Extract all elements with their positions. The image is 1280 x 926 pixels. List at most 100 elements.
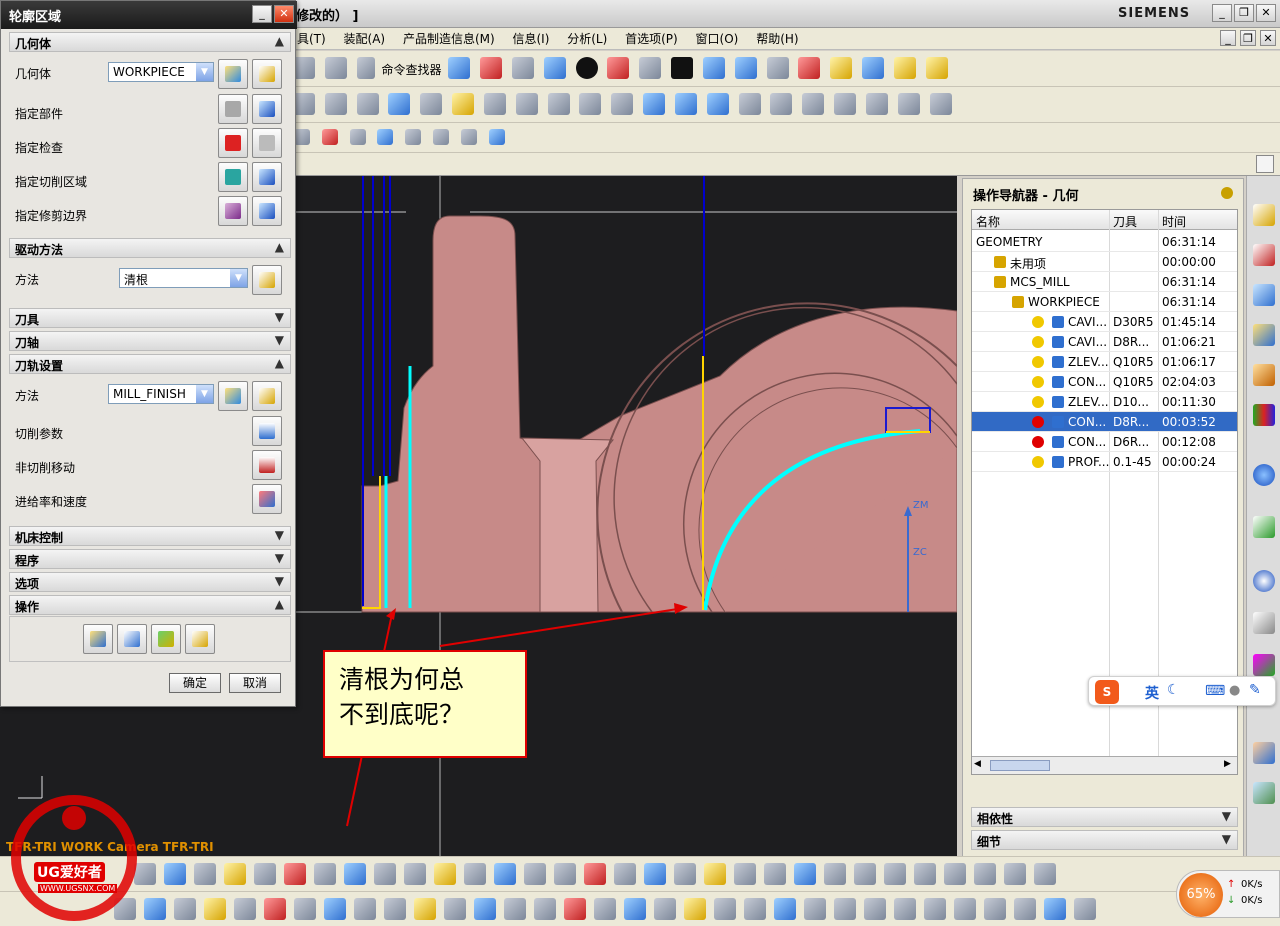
table-row[interactable]: 未用项 00:00:00 <box>972 252 1237 272</box>
solid-icon[interactable] <box>488 129 505 145</box>
modeling-tool-icon[interactable] <box>794 863 816 885</box>
curve-tool-icon[interactable] <box>624 898 646 920</box>
table-row[interactable]: GEOMETRY 06:31:14 <box>972 232 1237 252</box>
new-geometry-button[interactable] <box>218 59 248 89</box>
snap-point-icon[interactable] <box>294 129 310 145</box>
drive-method-select[interactable]: 清根 ▼ <box>119 268 248 288</box>
curve-tool-icon[interactable] <box>444 898 466 920</box>
modeling-tool-icon[interactable] <box>224 863 246 885</box>
replay-icon[interactable] <box>420 93 443 115</box>
pin-icon[interactable] <box>1221 187 1233 199</box>
dialog-minimize-button[interactable]: _ <box>252 5 272 23</box>
menu-help[interactable]: 帮助(H) <box>749 28 805 50</box>
ime-toolbar[interactable]: S 英 ☾ ⌨ ● ✎ <box>1088 676 1276 706</box>
layers-icon[interactable] <box>766 57 789 79</box>
list-icon[interactable] <box>483 93 506 115</box>
filter-icon[interactable] <box>321 129 338 145</box>
curve-tool-icon[interactable] <box>564 898 586 920</box>
table-row[interactable]: ZLEV... D10... 00:11:30 <box>972 392 1237 412</box>
curve-tool-icon[interactable] <box>864 898 886 920</box>
assembly-nav-icon[interactable] <box>1253 204 1275 226</box>
delete-icon[interactable] <box>929 93 952 115</box>
cross-icon[interactable] <box>293 57 315 79</box>
roles-doc-icon[interactable] <box>1253 612 1275 634</box>
table-row[interactable]: CON... D8R... 00:03:52 <box>972 412 1237 432</box>
modeling-tool-icon[interactable] <box>674 863 696 885</box>
curve-tool-icon[interactable] <box>504 898 526 920</box>
table-row[interactable]: CAVI... D30R5 01:45:14 <box>972 312 1237 332</box>
sogou-logo-icon[interactable]: S <box>1095 680 1119 704</box>
specify-trim-button[interactable] <box>218 196 248 226</box>
list-button[interactable] <box>185 624 215 654</box>
edit-geometry-button[interactable] <box>252 59 282 89</box>
section-tool-axis[interactable]: 刀轴 ▼ <box>9 331 291 351</box>
specify-part-button[interactable] <box>218 94 248 124</box>
tool-holder-icon[interactable] <box>611 93 634 115</box>
roles-icon[interactable] <box>1253 742 1275 764</box>
curve-tool-icon[interactable] <box>654 898 676 920</box>
palette-icon[interactable] <box>1253 654 1275 676</box>
col-time[interactable]: 时间 <box>1162 213 1186 230</box>
ruler-icon[interactable] <box>893 57 916 79</box>
menu-assembly[interactable]: 装配(A) <box>337 28 393 50</box>
modeling-tool-icon[interactable] <box>314 863 336 885</box>
curve-tool-icon[interactable] <box>744 898 766 920</box>
box-icon[interactable] <box>639 57 662 79</box>
modeling-tool-icon[interactable] <box>734 863 756 885</box>
moon-icon[interactable]: ☾ <box>1167 682 1180 698</box>
cutter2-icon[interactable] <box>706 93 729 115</box>
replay-button[interactable] <box>117 624 147 654</box>
menu-tools[interactable]: 具(T) <box>290 28 333 50</box>
col-tool[interactable]: 刀具 <box>1113 213 1137 230</box>
display-cut-area-button[interactable] <box>252 162 282 192</box>
shaded-icon[interactable] <box>511 57 534 79</box>
table-row[interactable]: PROF... 0.1-45 00:00:24 <box>972 452 1237 472</box>
new-method-button[interactable] <box>218 381 248 411</box>
pocket-icon[interactable] <box>865 93 888 115</box>
feature-icon[interactable] <box>802 93 825 115</box>
scroll-right-icon[interactable]: ▶ <box>1224 759 1231 769</box>
modeling-tool-icon[interactable] <box>284 863 306 885</box>
table-row[interactable]: MCS_MILL 06:31:14 <box>972 272 1237 292</box>
curve-tool-icon[interactable] <box>1074 898 1096 920</box>
library-icon[interactable] <box>1253 404 1275 426</box>
wcs-icon[interactable] <box>734 57 757 79</box>
dialog-close-button[interactable]: ✕ <box>274 5 294 23</box>
wrench-icon[interactable]: ✎ <box>1249 682 1261 698</box>
info-icon[interactable] <box>448 57 471 79</box>
binoculars-icon[interactable] <box>356 57 375 79</box>
machine-nav-icon[interactable] <box>1253 324 1275 346</box>
play-icon[interactable] <box>862 57 885 79</box>
geometry-select[interactable]: WORKPIECE ▼ <box>108 62 214 82</box>
table-row[interactable]: CON... Q10R5 02:04:03 <box>972 372 1237 392</box>
info-icon[interactable] <box>1253 464 1275 486</box>
op-create-icon[interactable] <box>293 93 315 115</box>
keyboard-icon[interactable]: ⌨ <box>1205 683 1225 699</box>
verify-button[interactable] <box>151 624 181 654</box>
modeling-tool-icon[interactable] <box>404 863 426 885</box>
command-finder-button[interactable]: 命令查找器 <box>381 61 441 78</box>
modeling-tool-icon[interactable] <box>494 863 516 885</box>
col-name[interactable]: 名称 <box>976 213 1000 230</box>
curve-tool-icon[interactable] <box>984 898 1006 920</box>
program-icon[interactable] <box>324 93 347 115</box>
modeling-tool-icon[interactable] <box>194 863 216 885</box>
shop-doc-icon[interactable] <box>579 93 602 115</box>
curve-tool-icon[interactable] <box>804 898 826 920</box>
history-icon[interactable] <box>1253 570 1275 592</box>
curve-tool-icon[interactable] <box>594 898 616 920</box>
angle-icon[interactable] <box>925 57 948 79</box>
cube-icon[interactable] <box>543 57 566 79</box>
modeling-tool-icon[interactable] <box>164 863 186 885</box>
menu-info[interactable]: 信息(I) <box>505 28 556 50</box>
modeling-tool-icon[interactable] <box>344 863 366 885</box>
modeling-tool-icon[interactable] <box>764 863 786 885</box>
web-icon[interactable] <box>1253 516 1275 538</box>
display-part-button[interactable] <box>252 94 282 124</box>
curve-tool-icon[interactable] <box>894 898 916 920</box>
restore-button[interactable]: ❐ <box>1234 4 1254 22</box>
csys-icon[interactable] <box>798 57 821 79</box>
curve-tool-icon[interactable] <box>1044 898 1066 920</box>
curve-tool-icon[interactable] <box>774 898 796 920</box>
section-icon[interactable] <box>575 57 598 79</box>
